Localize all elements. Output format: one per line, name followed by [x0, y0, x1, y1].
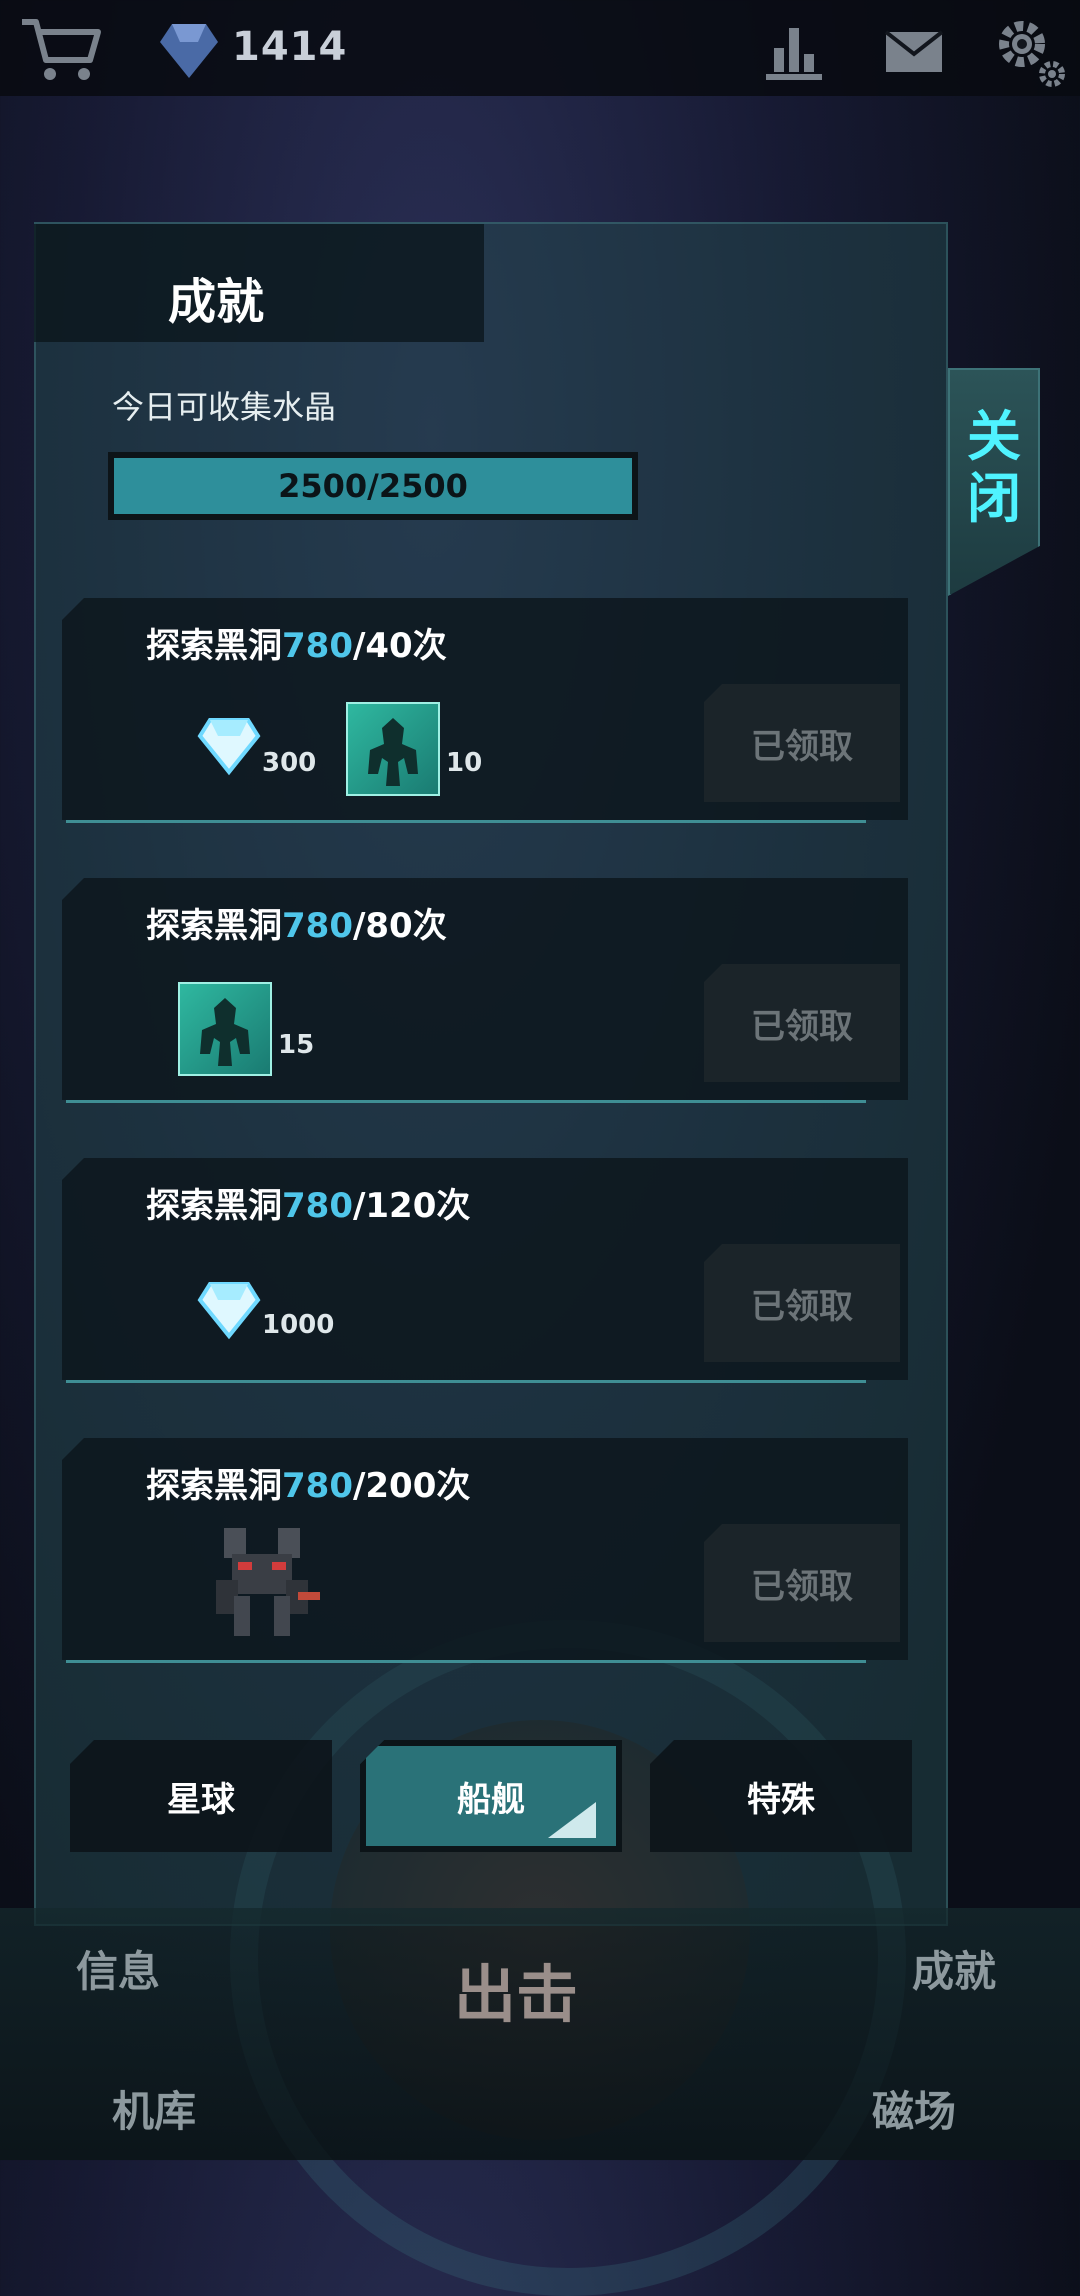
top-bar: 1414: [0, 0, 1080, 96]
tab-special[interactable]: 特殊: [650, 1740, 912, 1852]
mech-robot-reward-icon: [216, 1528, 320, 1636]
progress-track: 2500/2500: [114, 458, 632, 514]
mech-card-reward-icon: [178, 982, 272, 1076]
mech-card-reward-icon: [346, 702, 440, 796]
reward-quantity: 10: [446, 748, 483, 778]
close-label-top: 关: [967, 405, 1021, 468]
reward-quantity: 300: [262, 748, 317, 778]
nav-info[interactable]: 信息: [76, 1938, 160, 1999]
crystal-progress-bar: 2500/2500: [108, 452, 638, 520]
achievement-title: 探索黑洞780/40次: [146, 626, 447, 666]
claimed-button[interactable]: 已领取: [704, 1524, 900, 1642]
row-divider: [66, 1660, 866, 1663]
crystal-reward-icon: [197, 718, 261, 776]
nav-sortie[interactable]: 出击: [454, 1944, 578, 2034]
crystal-count: 1414: [232, 24, 348, 70]
active-tab-corner-icon: [548, 1802, 596, 1838]
achievement-title: 探索黑洞780/200次: [146, 1466, 471, 1506]
row-divider: [66, 1100, 866, 1103]
claimed-button[interactable]: 已领取: [704, 964, 900, 1082]
nav-hangar[interactable]: 机库: [112, 2078, 196, 2139]
tab-planets[interactable]: 星球: [70, 1740, 332, 1852]
close-button[interactable]: 关 闭: [948, 368, 1040, 596]
ranking-icon[interactable]: [762, 20, 826, 82]
reward-quantity: 15: [278, 1030, 315, 1060]
achievement-title: 探索黑洞780/80次: [146, 906, 447, 946]
achievement-row: 探索黑洞780/40次 300 10 已领取: [62, 598, 908, 823]
achievement-row: 探索黑洞780/200次 已领取: [62, 1438, 908, 1663]
progress-text: 2500/2500: [278, 467, 468, 505]
achievement-row: 探索黑洞780/120次 1000 已领取: [62, 1158, 908, 1383]
achievement-row: 探索黑洞780/80次 15 已领取: [62, 878, 908, 1103]
row-divider: [66, 820, 866, 823]
daily-collect-label: 今日可收集水晶: [112, 388, 337, 426]
gear-icon[interactable]: [990, 10, 1072, 92]
panel-title: 成就: [168, 274, 265, 330]
crystal-icon: [160, 24, 218, 78]
claimed-button[interactable]: 已领取: [704, 684, 900, 802]
reward-quantity: 1000: [262, 1310, 335, 1340]
claimed-button[interactable]: 已领取: [704, 1244, 900, 1362]
row-divider: [66, 1380, 866, 1383]
nav-magnetic-field[interactable]: 磁场: [872, 2078, 956, 2139]
nav-achievements[interactable]: 成就: [912, 1938, 996, 1999]
close-label-bottom: 闭: [967, 467, 1021, 530]
achievement-title: 探索黑洞780/120次: [146, 1186, 471, 1226]
mail-icon[interactable]: [884, 30, 944, 74]
crystal-reward-icon: [197, 1282, 261, 1340]
cart-icon[interactable]: [18, 14, 102, 84]
